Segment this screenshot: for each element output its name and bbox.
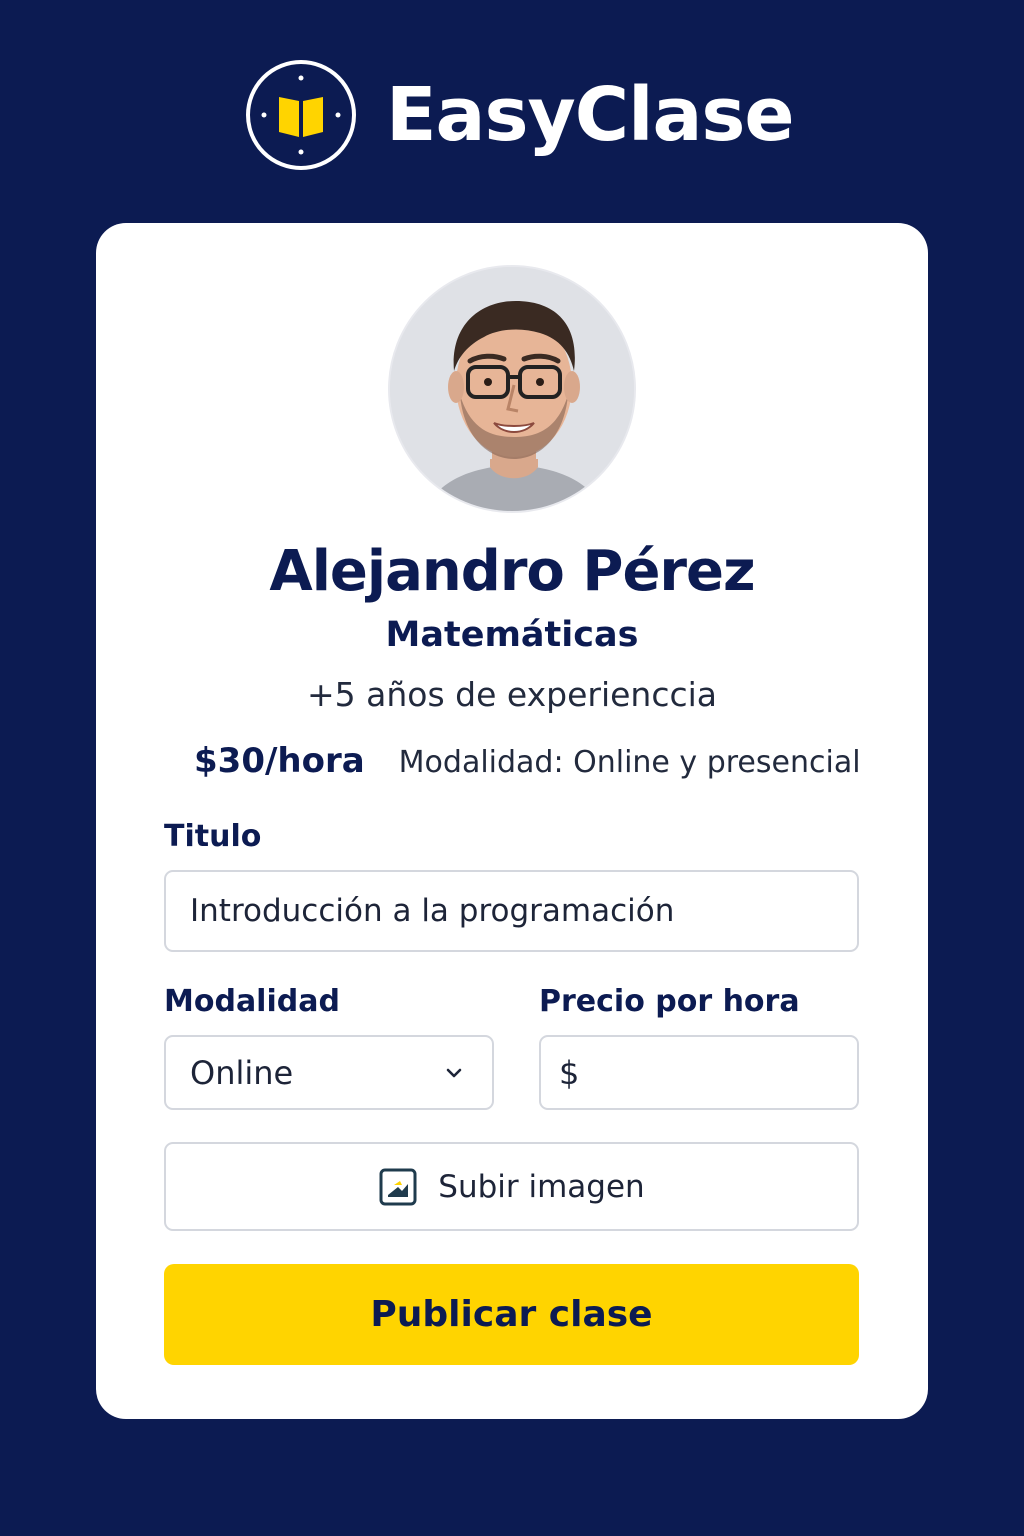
publish-class-button[interactable]: Publicar clase — [164, 1264, 859, 1365]
teacher-name: Alejandro Pérez — [269, 539, 755, 604]
chevron-down-icon — [434, 1067, 474, 1079]
title-field[interactable] — [164, 870, 859, 952]
title-input[interactable] — [166, 892, 857, 930]
image-upload-icon — [378, 1167, 418, 1207]
currency-prefix: $ — [559, 1053, 580, 1092]
title-label: Titulo — [164, 819, 262, 854]
modality-info: Modalidad: Online y presencial — [398, 745, 861, 780]
teacher-meta: $30/hora Modalidad: Online y presencial — [194, 741, 861, 781]
price-label: Precio por hora — [539, 984, 800, 1019]
teacher-experience: +5 años de experienccia — [306, 675, 718, 714]
teacher-subject: Matemáticas — [385, 615, 639, 655]
brand-header: EasyClase — [246, 56, 795, 174]
upload-image-button[interactable]: Subir imagen — [164, 1142, 859, 1231]
modality-label: Modalidad — [164, 984, 340, 1019]
open-book-icon — [246, 60, 356, 170]
modality-select[interactable]: Online — [164, 1035, 494, 1110]
avatar — [388, 265, 636, 513]
price-field[interactable]: $ — [539, 1035, 859, 1110]
brand-name: EasyClase — [386, 72, 795, 158]
price-input[interactable] — [579, 1054, 857, 1091]
upload-image-label: Subir imagen — [438, 1168, 645, 1205]
modality-selected-value: Online — [190, 1053, 294, 1092]
class-form-card: Alejandro Pérez Matemáticas +5 años de e… — [96, 223, 928, 1419]
hourly-price: $30/hora — [194, 741, 365, 781]
